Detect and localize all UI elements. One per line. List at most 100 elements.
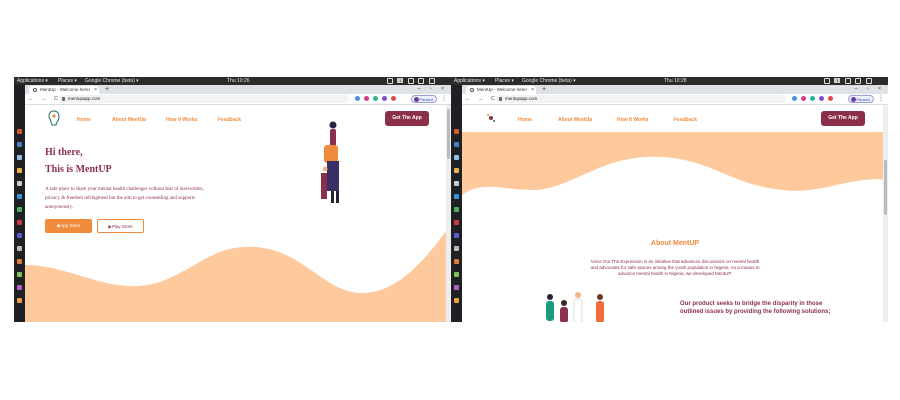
clock[interactable]: Thu 10:28 [664, 77, 687, 85]
extension-icon[interactable] [355, 96, 360, 101]
app-icon[interactable] [454, 129, 459, 134]
gnome-top-bar: Applications ▾ Places ▾ Google Chrome (b… [14, 77, 451, 85]
nav-feedback[interactable]: Feedback [218, 117, 241, 123]
extension-icon[interactable] [810, 96, 815, 101]
url-text: mentupapp.com [505, 96, 538, 101]
browser-tab[interactable]: MentUp - Welcome here! × [466, 86, 536, 94]
app-icon[interactable] [454, 259, 459, 264]
app-icon[interactable] [454, 298, 459, 303]
nav-home[interactable]: Home [77, 117, 91, 123]
extension-icon[interactable] [819, 96, 824, 101]
app-icon[interactable] [17, 155, 22, 160]
scrollbar[interactable] [883, 105, 888, 322]
workspace-indicator[interactable]: 1 [834, 78, 841, 84]
chrome-app-menu[interactable]: Google Chrome (beta) ▾ [522, 77, 576, 85]
workspace-indicator[interactable]: 1 [397, 78, 404, 84]
app-icon[interactable] [17, 220, 22, 225]
applications-menu[interactable]: Applications ▾ [454, 77, 485, 85]
battery-icon[interactable] [428, 77, 435, 84]
extension-icon[interactable] [373, 96, 378, 101]
extension-icon[interactable] [382, 96, 387, 101]
close-tab-icon[interactable]: × [94, 86, 97, 94]
app-icon[interactable] [17, 298, 22, 303]
new-tab-button[interactable]: + [105, 85, 109, 94]
battery-icon[interactable] [865, 77, 872, 84]
app-icon[interactable] [454, 246, 459, 251]
network-icon[interactable] [824, 77, 830, 84]
app-icon[interactable] [454, 285, 459, 290]
scrollbar-thumb[interactable] [884, 160, 887, 215]
profile-button[interactable]: Paused [411, 95, 437, 103]
profile-button[interactable]: Paused [848, 95, 874, 103]
app-icon[interactable] [17, 142, 22, 147]
app-icon[interactable] [454, 181, 459, 186]
nav-how-it-works[interactable]: How It Works [617, 117, 649, 123]
app-icon[interactable] [454, 194, 459, 199]
nav-home[interactable]: Home [518, 117, 532, 123]
app-icon[interactable] [17, 129, 22, 134]
app-icon[interactable] [17, 246, 22, 251]
app-icon[interactable] [17, 259, 22, 264]
app-icon[interactable] [17, 181, 22, 186]
url-field[interactable]: mentupapp.com [496, 95, 786, 103]
mentup-logo[interactable] [47, 110, 61, 126]
about-description: Voice Out The Expression is an initiativ… [590, 259, 760, 276]
mentup-logo[interactable] [484, 110, 498, 126]
app-icon[interactable] [17, 272, 22, 277]
close-tab-icon[interactable]: × [531, 86, 534, 94]
app-icon[interactable] [17, 285, 22, 290]
nav-feedback[interactable]: Feedback [674, 117, 697, 123]
url-field[interactable]: mentupapp.com [59, 95, 349, 103]
places-menu[interactable]: Places ▾ [58, 77, 77, 85]
app-icon[interactable] [454, 233, 459, 238]
nav-controls[interactable]: ← → C [465, 94, 498, 104]
browser-tab[interactable]: MentUp - Welcome here! × [29, 86, 99, 94]
app-icon[interactable] [454, 155, 459, 160]
app-icon[interactable] [454, 207, 459, 212]
tab-bar: MentUp - Welcome here! × + – ▫ × [462, 85, 888, 94]
app-icon[interactable] [17, 194, 22, 199]
avatar [851, 97, 856, 102]
app-icon[interactable] [17, 207, 22, 212]
volume-icon[interactable] [418, 77, 425, 84]
hero-title: This is MentUP [45, 164, 112, 175]
extension-icon[interactable] [828, 96, 833, 101]
app-icon[interactable] [17, 233, 22, 238]
app-icon[interactable] [454, 272, 459, 277]
nav-how-it-works[interactable]: How It Works [166, 117, 198, 123]
window-controls[interactable]: – ▫ × [418, 85, 448, 94]
app-icon[interactable] [454, 142, 459, 147]
extension-icon[interactable] [792, 96, 797, 101]
wifi-icon[interactable] [844, 77, 851, 84]
get-app-button[interactable]: Get The App [385, 111, 429, 126]
app-icon[interactable] [454, 220, 459, 225]
scrollbar-thumb[interactable] [447, 109, 450, 159]
web-page: Home About MentUp How It Works Feedback … [462, 105, 888, 322]
chrome-app-menu[interactable]: Google Chrome (beta) ▾ [85, 77, 139, 85]
about-title: About MentUP [650, 240, 700, 247]
screenshot-right: Applications ▾ Places ▾ Google Chrome (b… [451, 77, 888, 322]
applications-menu[interactable]: Applications ▾ [17, 77, 48, 85]
screenshot-left: Applications ▾ Places ▾ Google Chrome (b… [14, 77, 451, 322]
about-wave [462, 132, 888, 195]
nav-controls[interactable]: ← → C [28, 94, 61, 104]
places-menu[interactable]: Places ▾ [495, 77, 514, 85]
clock[interactable]: Thu 10:26 [227, 77, 250, 85]
tab-title: MentUp - Welcome here! [477, 87, 527, 92]
new-tab-button[interactable]: + [542, 85, 546, 94]
wifi-icon[interactable] [407, 77, 414, 84]
volume-icon[interactable] [855, 77, 862, 84]
extension-icon[interactable] [801, 96, 806, 101]
extension-icon[interactable] [364, 96, 369, 101]
nav-about[interactable]: About MentUp [112, 117, 146, 123]
extension-icon[interactable] [391, 96, 396, 101]
menu-icon[interactable]: ⋮ [878, 94, 884, 104]
menu-icon[interactable]: ⋮ [441, 94, 447, 104]
app-icon[interactable] [454, 168, 459, 173]
nav-about[interactable]: About MentUp [558, 117, 592, 123]
get-app-button[interactable]: Get The App [821, 111, 865, 126]
gnome-top-bar: Applications ▾ Places ▾ Google Chrome (b… [451, 77, 888, 85]
app-icon[interactable] [17, 168, 22, 173]
window-controls[interactable]: – ▫ × [855, 85, 885, 94]
network-icon[interactable] [387, 77, 393, 84]
